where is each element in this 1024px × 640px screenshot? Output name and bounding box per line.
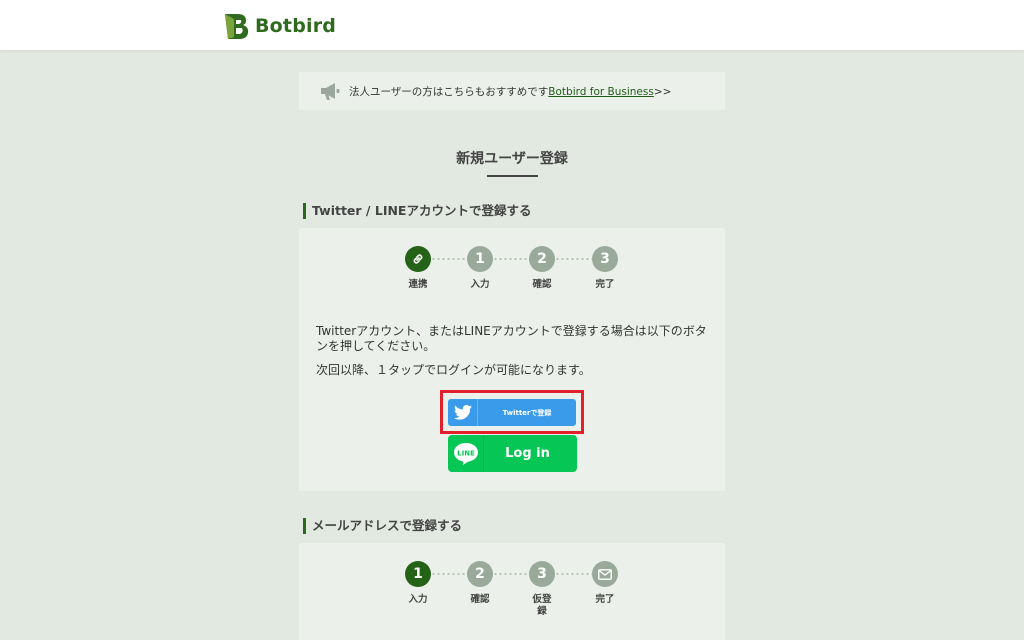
logo-text: Botbird: [255, 15, 337, 37]
step-connector: [493, 573, 529, 575]
step-circle-active: 1: [405, 561, 431, 587]
twitter-bird-icon: [448, 399, 478, 426]
botbird-for-business-link[interactable]: Botbird for Business: [548, 86, 654, 98]
twitter-button-highlight: Twitterで登録: [440, 390, 584, 434]
step-circle-active: [405, 246, 431, 272]
step-connector: [431, 573, 467, 575]
notice-message: 法人ユーザーの方はこちらもおすすめです: [349, 86, 549, 98]
line-login-button[interactable]: LINE Log in: [448, 435, 577, 472]
social-register-description: Twitterアカウント、またはLINEアカウントで登録する場合は以下のボタンを…: [316, 324, 707, 353]
page-title: 新規ユーザー登録: [456, 151, 568, 167]
step-circle: 2: [529, 246, 555, 272]
line-logo-text: LINE: [457, 449, 475, 457]
step-label: 完了: [595, 279, 615, 290]
step-circle: 3: [592, 246, 618, 272]
site-header: Botbird: [0, 0, 1024, 50]
step-provisional: 3 仮登録: [529, 561, 555, 618]
botbird-logo[interactable]: Botbird: [222, 11, 336, 41]
step-input: 1 入力: [467, 246, 493, 291]
email-register-card: 1 入力 2 確認 3 仮登録 完了: [299, 543, 725, 640]
step-confirm: 2 確認: [467, 561, 493, 606]
business-notice-text: 法人ユーザーの方はこちらもおすすめですBotbird for Business>…: [349, 84, 671, 99]
step-link: 連携: [405, 246, 431, 291]
step-label: 仮登録: [532, 594, 552, 617]
step-label: 完了: [595, 594, 615, 605]
twitter-button-label: Twitterで登録: [502, 408, 552, 417]
social-register-stepper: 連携 1 入力 2 確認 3 完了: [299, 246, 725, 306]
title-underline: [487, 175, 538, 177]
step-circle: 1: [467, 246, 493, 272]
notice-suffix: >>: [653, 86, 672, 98]
one-tap-login-note: 次回以降、１タップでログインが可能になります。: [316, 363, 591, 377]
step-label: 入力: [408, 594, 428, 605]
step-connector: [431, 258, 467, 260]
mail-icon: [598, 568, 612, 580]
step-complete: 完了: [592, 561, 618, 606]
link-icon: [413, 254, 423, 264]
step-label: 確認: [470, 594, 490, 605]
line-logo-icon: LINE: [448, 435, 484, 472]
megaphone-icon: [321, 83, 340, 100]
step-connector: [555, 258, 592, 260]
step-label: 連携: [408, 279, 428, 290]
social-register-card: 連携 1 入力 2 確認 3 完了 Twitterアカウント、またはLINEアカ…: [299, 228, 725, 491]
twitter-register-button[interactable]: Twitterで登録: [448, 399, 576, 426]
line-button-label: Log in: [505, 446, 550, 461]
botbird-logo-icon: [225, 14, 249, 39]
step-connector: [555, 573, 592, 575]
step-complete: 3 完了: [592, 246, 618, 291]
social-register-heading: Twitter / LINEアカウントで登録する: [303, 203, 531, 219]
step-confirm: 2 確認: [529, 246, 555, 291]
step-circle: [592, 561, 618, 587]
step-circle: 3: [529, 561, 555, 587]
step-circle: 2: [467, 561, 493, 587]
step-input: 1 入力: [405, 561, 431, 606]
email-register-stepper: 1 入力 2 確認 3 仮登録 完了: [299, 561, 725, 621]
business-notice-banner: 法人ユーザーの方はこちらもおすすめですBotbird for Business>…: [299, 72, 725, 110]
step-label: 確認: [532, 279, 552, 290]
step-label: 入力: [470, 279, 490, 290]
email-register-heading: メールアドレスで登録する: [303, 518, 462, 534]
step-connector: [493, 258, 529, 260]
